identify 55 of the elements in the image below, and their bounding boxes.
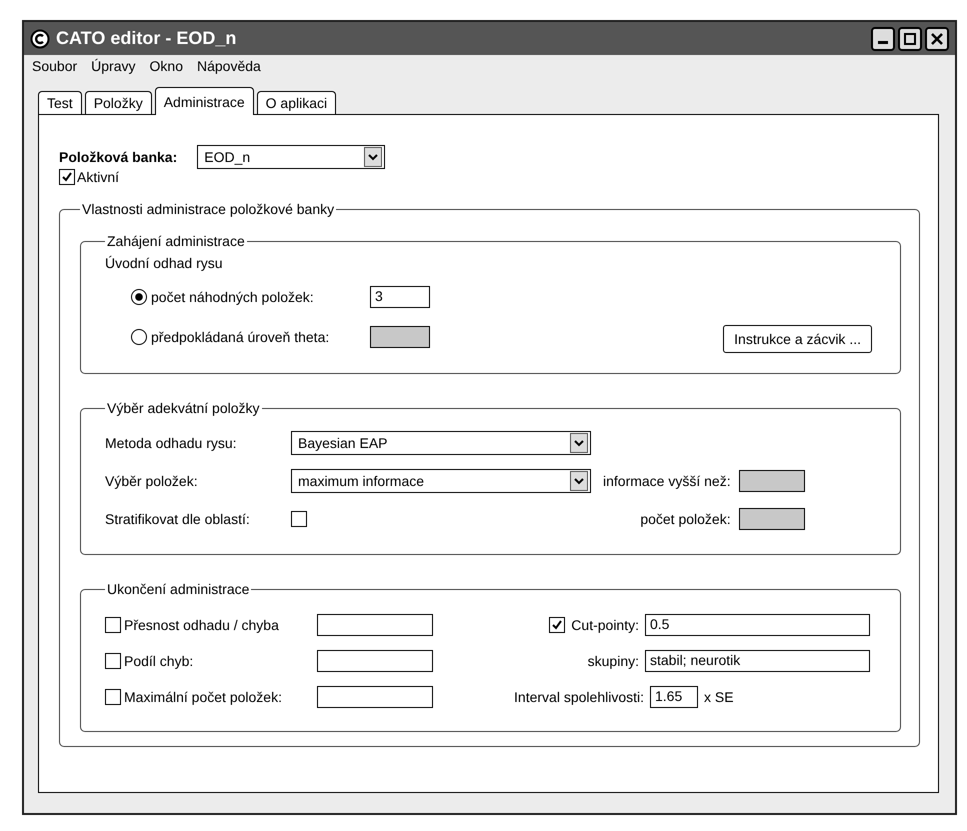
menu-item[interactable]: Úpravy [91,58,136,74]
radio-button[interactable] [131,289,147,305]
section-label: Úvodní odhad rysu [105,255,224,271]
bank-label: Položková banka: [59,149,178,165]
input-field[interactable] [317,686,433,708]
tab[interactable]: Administrace [154,87,254,115]
group-title: Zahájení administrace [106,233,246,249]
field-label: Interval spolehlivosti: [514,689,644,705]
checkbox-label: Podíl chyb: [124,653,194,669]
field-label: Stratifikovat dle oblastí: [105,511,251,527]
checkbox-label: Cut-pointy: [571,617,639,633]
checkbox[interactable] [105,617,121,633]
input-field[interactable] [317,614,433,636]
radio-label: počet náhodných položek: [151,289,315,305]
close-icon [929,30,945,46]
window-title: CATO editor - EOD_n [56,28,238,49]
checkbox[interactable] [105,689,121,705]
menu-item[interactable]: Soubor [32,58,78,74]
copyright-icon [30,28,50,48]
input-field[interactable]: 0.5 [645,614,870,636]
field-label: Metoda odhadu rysu: [105,435,238,451]
maximize-icon [902,30,918,46]
group-title: Výběr adekvátní položky [106,400,261,416]
tab[interactable]: O aplikaci [256,91,336,114]
group-title: Ukončení administrace [106,581,250,597]
field-label: počet položek: [640,511,731,527]
method-dropdown[interactable]: Bayesian EAP [291,431,591,455]
close-button[interactable] [925,26,949,50]
radio-label: předpokládaná úroveň theta: [151,329,330,345]
checkbox[interactable] [291,511,307,527]
instructions-button[interactable]: Instrukce a zácvik ... [723,325,872,353]
menu-item[interactable]: Okno [150,58,183,74]
input-field[interactable]: stabil; neurotik [645,650,870,672]
input-field[interactable]: 3 [370,286,430,308]
input-field[interactable]: 1.65 [650,686,698,708]
checkbox-label: Maximální počet položek: [124,689,283,705]
checkbox[interactable] [59,169,75,185]
maximize-button[interactable] [898,26,922,50]
selection-dropdown[interactable]: maximum informace [291,469,591,493]
menu-item[interactable]: Nápověda [196,58,261,74]
checkbox[interactable] [105,653,121,669]
checkbox-label: Aktivní [77,169,120,185]
field-label: Výběr položek: [105,473,199,489]
field-label: skupiny: [588,653,639,669]
group-title: Vlastnosti administrace položkové banky [81,201,336,217]
minimize-button[interactable] [871,26,895,50]
checkbox-label: Přesnost odhadu / chyba [124,617,280,633]
checkbox[interactable] [549,617,566,633]
minimize-icon [878,41,888,44]
bank-dropdown[interactable]: EOD_n [197,145,386,169]
field-label: informace vyšší než: [603,473,731,489]
tab[interactable]: Položky [84,91,152,114]
input-field[interactable] [317,650,433,672]
tab[interactable]: Test [38,91,82,114]
unit-label: x SE [704,689,735,705]
